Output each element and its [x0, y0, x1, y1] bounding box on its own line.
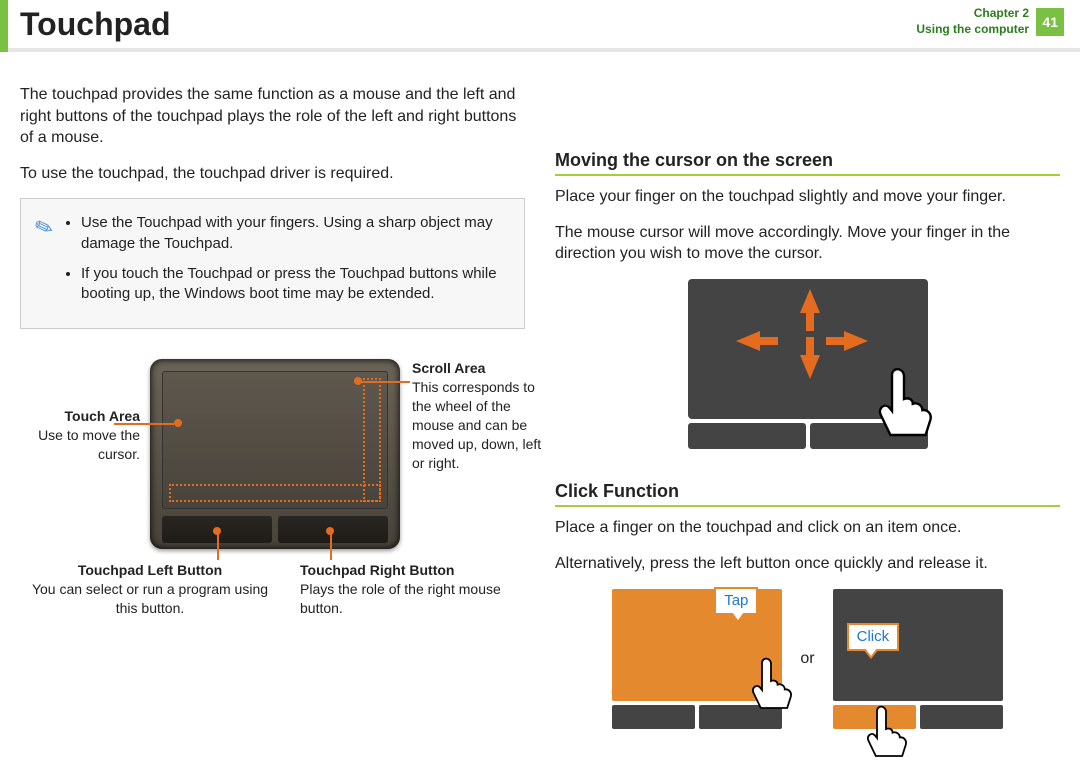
arrow-right-icon — [844, 331, 868, 351]
touch-area-title: Touch Area — [20, 407, 140, 426]
page-number-badge: 41 — [1036, 8, 1064, 36]
callout-line — [330, 532, 332, 560]
moving-cursor-p2: The mouse cursor will move accordingly. … — [555, 222, 1060, 265]
content-area: The touchpad provides the same function … — [0, 52, 1080, 729]
callout-line — [217, 532, 219, 560]
move-cursor-illustration — [688, 279, 928, 449]
arrow-left-icon — [736, 331, 760, 351]
click-illustration: Click — [833, 589, 1003, 729]
click-function-illustrations: Tap or Click — [555, 589, 1060, 729]
page-title: Touchpad — [20, 6, 171, 43]
touch-surface-illustration — [162, 371, 388, 509]
arrow-up-icon — [800, 289, 820, 313]
tap-label: Tap — [714, 587, 758, 615]
right-column: Moving the cursor on the screen Place yo… — [555, 84, 1060, 729]
section-moving-cursor-heading: Moving the cursor on the screen — [555, 148, 1060, 176]
hand-pointer-icon — [738, 651, 798, 711]
right-button-desc: Plays the role of the right mouse button… — [300, 581, 501, 616]
callout-line — [360, 381, 410, 383]
chapter-line1: Chapter 2 — [974, 6, 1029, 20]
or-label: or — [800, 648, 814, 670]
touch-area-desc: Use to move the cursor. — [38, 427, 140, 462]
chapter-block: Chapter 2 Using the computer 41 — [916, 6, 1064, 37]
left-column: The touchpad provides the same function … — [20, 84, 525, 729]
touchpad-anatomy-diagram: Touch Area Use to move the cursor. Scrol… — [20, 359, 525, 639]
intro-paragraph-1: The touchpad provides the same function … — [20, 84, 525, 149]
arrow-down-icon — [800, 355, 820, 379]
click-function-p2: Alternatively, press the left button onc… — [555, 553, 1060, 575]
chapter-line2: Using the computer — [916, 22, 1029, 36]
note-box: ✎ Use the Touchpad with your ﬁngers. Usi… — [20, 198, 525, 329]
left-button-desc: You can select or run a program using th… — [32, 581, 268, 616]
tap-illustration: Tap — [612, 589, 782, 729]
note-bullet-2: If you touch the Touchpad or press the T… — [81, 264, 510, 305]
moving-cursor-p1: Place your ﬁnger on the touchpad slightl… — [555, 186, 1060, 208]
header-bar: Touchpad Chapter 2 Using the computer 41 — [0, 0, 1080, 52]
accent-stripe — [0, 0, 8, 52]
click-function-p1: Place a ﬁnger on the touchpad and click … — [555, 517, 1060, 539]
touchpad-body-illustration — [150, 359, 400, 549]
hand-pointer-icon — [853, 699, 913, 759]
right-button-title: Touchpad Right Button — [300, 561, 540, 580]
left-button-title: Touchpad Left Button — [20, 561, 280, 580]
scroll-area-desc: This corresponds to the wheel of the mou… — [412, 379, 541, 471]
pencil-icon: ✎ — [30, 211, 57, 245]
hand-pointer-icon — [860, 359, 940, 439]
scroll-area-horizontal-illustration — [169, 484, 381, 502]
section-click-function-heading: Click Function — [555, 479, 1060, 507]
intro-paragraph-2: To use the touchpad, the touchpad driver… — [20, 163, 525, 185]
scroll-area-title: Scroll Area — [412, 359, 542, 378]
illus-btn-left — [688, 423, 806, 449]
note-bullet-1: Use the Touchpad with your ﬁngers. Using… — [81, 213, 510, 254]
click-label: Click — [847, 623, 900, 651]
